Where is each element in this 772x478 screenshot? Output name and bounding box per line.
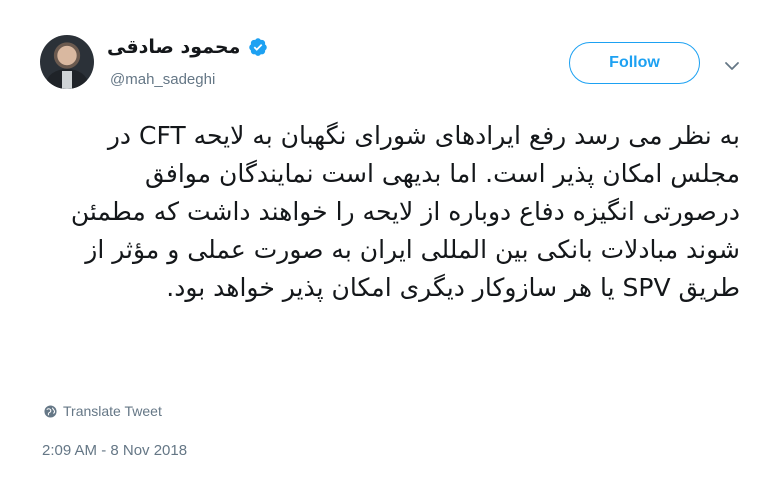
user-name-row: محمود صادقی [107,36,268,58]
translate-tweet-link[interactable]: Translate Tweet [44,403,162,419]
avatar[interactable] [40,35,94,89]
tweet-timestamp[interactable]: 2:09 AM - 8 Nov 2018 [42,442,187,459]
verified-badge-icon [249,38,268,56]
globe-icon [44,404,57,418]
tweet-text: به نظر می رسد رفع ایرادهای شورای نگهبان … [70,121,740,302]
user-handle[interactable]: @mah_sadeghi [110,71,215,88]
translate-tweet-label: Translate Tweet [63,403,162,419]
display-name[interactable]: محمود صادقی [107,36,240,58]
avatar-shirt [62,71,72,89]
follow-button[interactable]: Follow [569,42,700,84]
tweet-card: محمود صادقی @mah_sadeghi Follow به نظر م… [0,0,772,478]
chevron-down-icon[interactable] [722,56,742,76]
